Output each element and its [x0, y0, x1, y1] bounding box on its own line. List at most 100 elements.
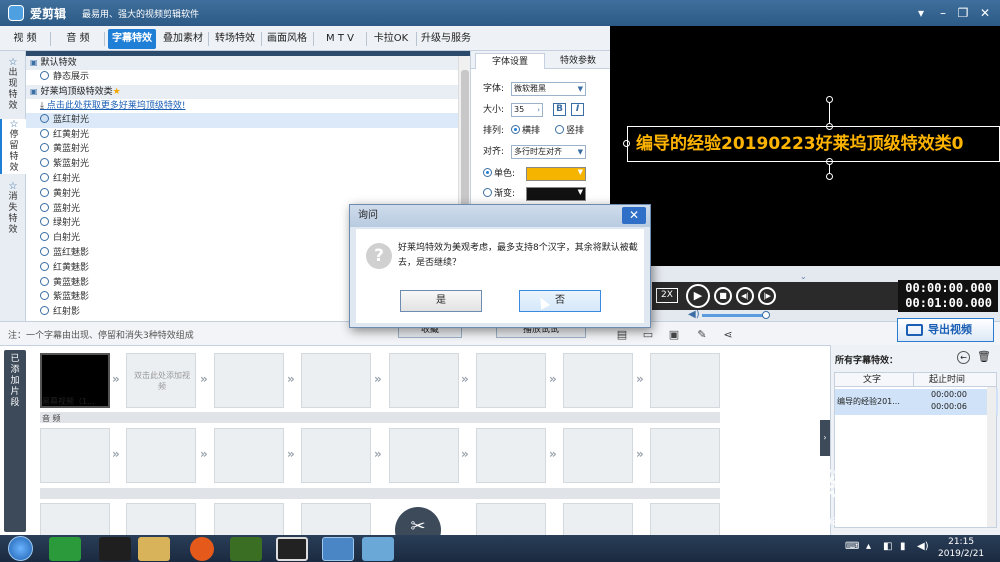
play-icon[interactable]: ▶ [686, 284, 710, 308]
audio-slot[interactable] [40, 428, 110, 483]
stop-icon[interactable]: ■ [714, 287, 732, 305]
taskbar-app-qq[interactable] [99, 537, 131, 561]
list-item[interactable]: 红黄射光 [26, 128, 458, 143]
no-button[interactable]: 否 [519, 290, 601, 312]
rotate-handle[interactable] [826, 96, 833, 103]
volume-knob[interactable] [762, 311, 770, 319]
font-select[interactable]: 微软雅黑 ▼ [511, 82, 586, 96]
align-select[interactable]: 多行时左对齐 ▼ [511, 145, 586, 159]
empty-slot[interactable] [476, 353, 546, 408]
empty-slot[interactable] [214, 353, 284, 408]
size-input[interactable]: 35 › [511, 103, 543, 117]
audio-slot[interactable] [476, 428, 546, 483]
tab-font-settings[interactable]: 字体设置 [475, 53, 545, 69]
speed-button[interactable]: 2X [656, 288, 678, 303]
security-icon[interactable]: ◧ [883, 541, 892, 552]
tab-audio[interactable]: 音 频 [56, 29, 100, 49]
category-stay[interactable]: ☆ 停留特效 [0, 119, 26, 174]
tab-effect-params[interactable]: 特效参数 [547, 53, 609, 69]
tab-overlay[interactable]: 叠加素材 [160, 29, 206, 49]
audio-slot[interactable] [214, 428, 284, 483]
subtitle-overlay[interactable]: 编导的经验20190223好莱坞顶级特效类0 [627, 126, 1000, 162]
audio-slot[interactable] [301, 428, 371, 483]
list-item[interactable]: 静态展示 [26, 70, 458, 85]
bold-button[interactable]: B [553, 103, 566, 116]
list-item[interactable]: 紫蓝射光 [26, 157, 458, 172]
taskbar-app-aijianji[interactable] [322, 537, 354, 561]
list-item[interactable]: 红射光 [26, 172, 458, 187]
add-video-slot[interactable]: 双击此处添加视频 [126, 353, 196, 408]
layout-vertical[interactable]: 竖排 [555, 123, 584, 139]
italic-button[interactable]: I [571, 103, 584, 116]
category-appear[interactable]: ☆ 出现特效 [0, 57, 26, 112]
audio-slot[interactable] [563, 428, 633, 483]
chevron-right-icon[interactable]: › [537, 104, 540, 116]
tab-video[interactable]: 视 频 [6, 29, 44, 49]
chevron-down-icon[interactable]: ⌄ [800, 272, 807, 281]
prev-frame-icon[interactable]: ◀| [736, 287, 754, 305]
keyboard-icon[interactable]: ⌨ [845, 541, 859, 552]
table-scrollbar[interactable] [987, 387, 996, 527]
resize-handle-lower[interactable] [826, 173, 833, 180]
start-button[interactable] [8, 536, 33, 561]
volume-icon[interactable]: ◀) [917, 541, 929, 552]
empty-slot[interactable] [650, 353, 720, 408]
save-icon[interactable]: ▣ [668, 329, 680, 341]
tab-subtitle-effects[interactable]: 字幕特效 [108, 29, 156, 49]
category-disappear[interactable]: ☆ 消失特效 [0, 181, 26, 236]
tab-picture-style[interactable]: 画面风格 [264, 29, 310, 49]
tray-expand-icon[interactable]: ▴ [866, 541, 871, 552]
edit-icon[interactable]: ✎ [696, 329, 708, 341]
share-icon[interactable]: ⋖ [722, 329, 734, 341]
export-video-button[interactable]: 导出视频 [897, 318, 994, 342]
minimize-icon[interactable]: – [934, 4, 952, 22]
list-item-selected[interactable]: 蓝红射光 [26, 112, 458, 128]
download-more-link[interactable]: ⤓ 点击此处获取更多好莱坞顶级特效! [26, 99, 458, 113]
empty-slot[interactable] [389, 353, 459, 408]
back-icon[interactable]: ← [957, 351, 970, 364]
tab-transitions[interactable]: 转场特效 [212, 29, 258, 49]
volume-icon[interactable]: ◀) [688, 309, 700, 320]
open-folder-icon[interactable]: ▭ [642, 329, 654, 341]
collapse-icon[interactable]: ▣ [30, 58, 38, 67]
table-row[interactable]: 编导的经验201... 00:00:00 00:00:06 [835, 389, 998, 415]
taskbar-app-player[interactable] [230, 537, 262, 561]
next-frame-icon[interactable]: |▶ [758, 287, 776, 305]
gradient-color-picker[interactable]: ▼ [526, 187, 586, 201]
close-icon[interactable]: ✕ [976, 4, 994, 22]
added-clips-tab[interactable]: 已添加片段 [4, 350, 26, 532]
volume-slider[interactable] [702, 314, 766, 317]
solid-color-picker[interactable]: ▼ [526, 167, 586, 181]
network-icon[interactable]: ▮ [900, 541, 906, 552]
taskbar-app-explorer[interactable] [138, 537, 170, 561]
gradient-option[interactable]: 渐变: [483, 186, 515, 202]
layout-horizontal[interactable]: 横排 [511, 123, 540, 139]
taskbar-clock[interactable]: 21:15 2019/2/21 [938, 536, 984, 560]
trash-icon[interactable]: 🗑 [977, 351, 991, 364]
close-icon[interactable]: ✕ [622, 207, 646, 224]
solid-color-option[interactable]: 单色: [483, 166, 515, 182]
restore-icon[interactable]: ❐ [954, 4, 972, 22]
tab-upgrade[interactable]: 升级与服务 [418, 29, 474, 49]
audio-slot[interactable] [650, 428, 720, 483]
collapse-panel-button[interactable]: › [820, 420, 830, 456]
list-item[interactable]: 黄射光 [26, 187, 458, 202]
new-icon[interactable]: ▤ [616, 329, 628, 341]
taskbar-app-recorder[interactable] [276, 537, 308, 561]
collapse-icon[interactable]: ▣ [30, 87, 38, 96]
tab-mtv[interactable]: M T V [318, 29, 362, 49]
audio-slot[interactable] [126, 428, 196, 483]
group-default[interactable]: ▣ 默认特效 [26, 56, 458, 70]
empty-slot[interactable] [301, 353, 371, 408]
menu-icon[interactable]: ▾ [912, 4, 930, 22]
taskbar-app-browser[interactable] [49, 537, 81, 561]
audio-slot[interactable] [389, 428, 459, 483]
tab-karaoke[interactable]: 卡拉OK [369, 29, 413, 49]
empty-slot[interactable] [563, 353, 633, 408]
taskbar-app-notes[interactable] [362, 537, 394, 561]
group-hollywood[interactable]: ▣ 好莱坞顶级特效类★ [26, 84, 458, 99]
yes-button[interactable]: 是 [400, 290, 482, 312]
list-item[interactable]: 黄蓝射光 [26, 142, 458, 157]
taskbar-app-firefox[interactable] [190, 537, 214, 561]
chevron-right-icon: » [636, 447, 644, 461]
